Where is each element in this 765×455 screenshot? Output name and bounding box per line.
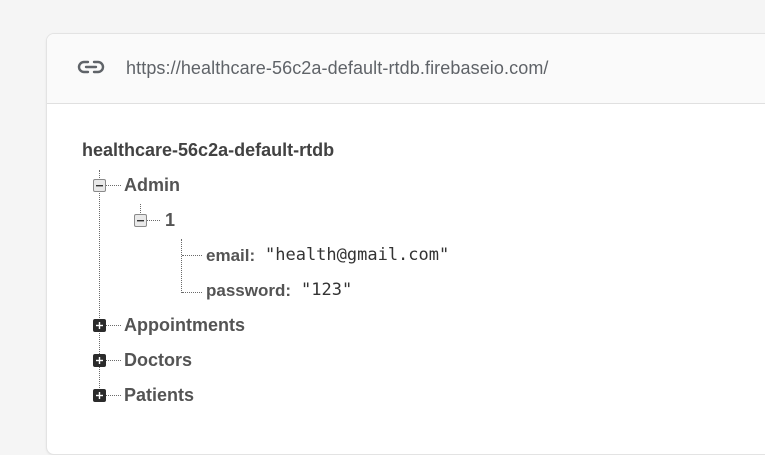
tree-connector-appointments [106, 325, 121, 326]
plus-icon [96, 357, 103, 364]
email-key[interactable]: email: [206, 246, 255, 266]
tree-node-1[interactable]: 1 [165, 210, 175, 231]
tree-connector-doctors [106, 360, 121, 361]
patients-expand-toggle[interactable] [93, 389, 106, 402]
plus-icon [96, 392, 103, 399]
data-tree: healthcare-56c2a-default-rtdb Admin 1 em… [47, 34, 765, 454]
tree-node-appointments[interactable]: Appointments [124, 315, 245, 336]
tree-node-admin[interactable]: Admin [124, 175, 180, 196]
password-value[interactable]: "123" [301, 280, 352, 300]
tree-connector-leaves [181, 239, 182, 293]
minus-icon [137, 220, 144, 222]
tree-node-doctors[interactable]: Doctors [124, 350, 192, 371]
plus-icon [96, 322, 103, 329]
tree-connector-password [182, 292, 202, 293]
doctors-expand-toggle[interactable] [93, 354, 106, 367]
tree-connector-email [182, 255, 202, 256]
admin-1-collapse-toggle[interactable] [134, 214, 147, 227]
tree-node-patients[interactable]: Patients [124, 385, 194, 406]
appointments-expand-toggle[interactable] [93, 319, 106, 332]
tree-connector-1 [147, 220, 160, 221]
minus-icon [96, 185, 103, 187]
admin-collapse-toggle[interactable] [93, 179, 106, 192]
password-key[interactable]: password: [206, 281, 291, 301]
email-value[interactable]: "health@gmail.com" [265, 245, 449, 265]
tree-root-label[interactable]: healthcare-56c2a-default-rtdb [82, 140, 334, 161]
database-panel: https://healthcare-56c2a-default-rtdb.fi… [46, 33, 765, 455]
tree-connector-admin [106, 185, 121, 186]
tree-connector-patients [106, 395, 121, 396]
